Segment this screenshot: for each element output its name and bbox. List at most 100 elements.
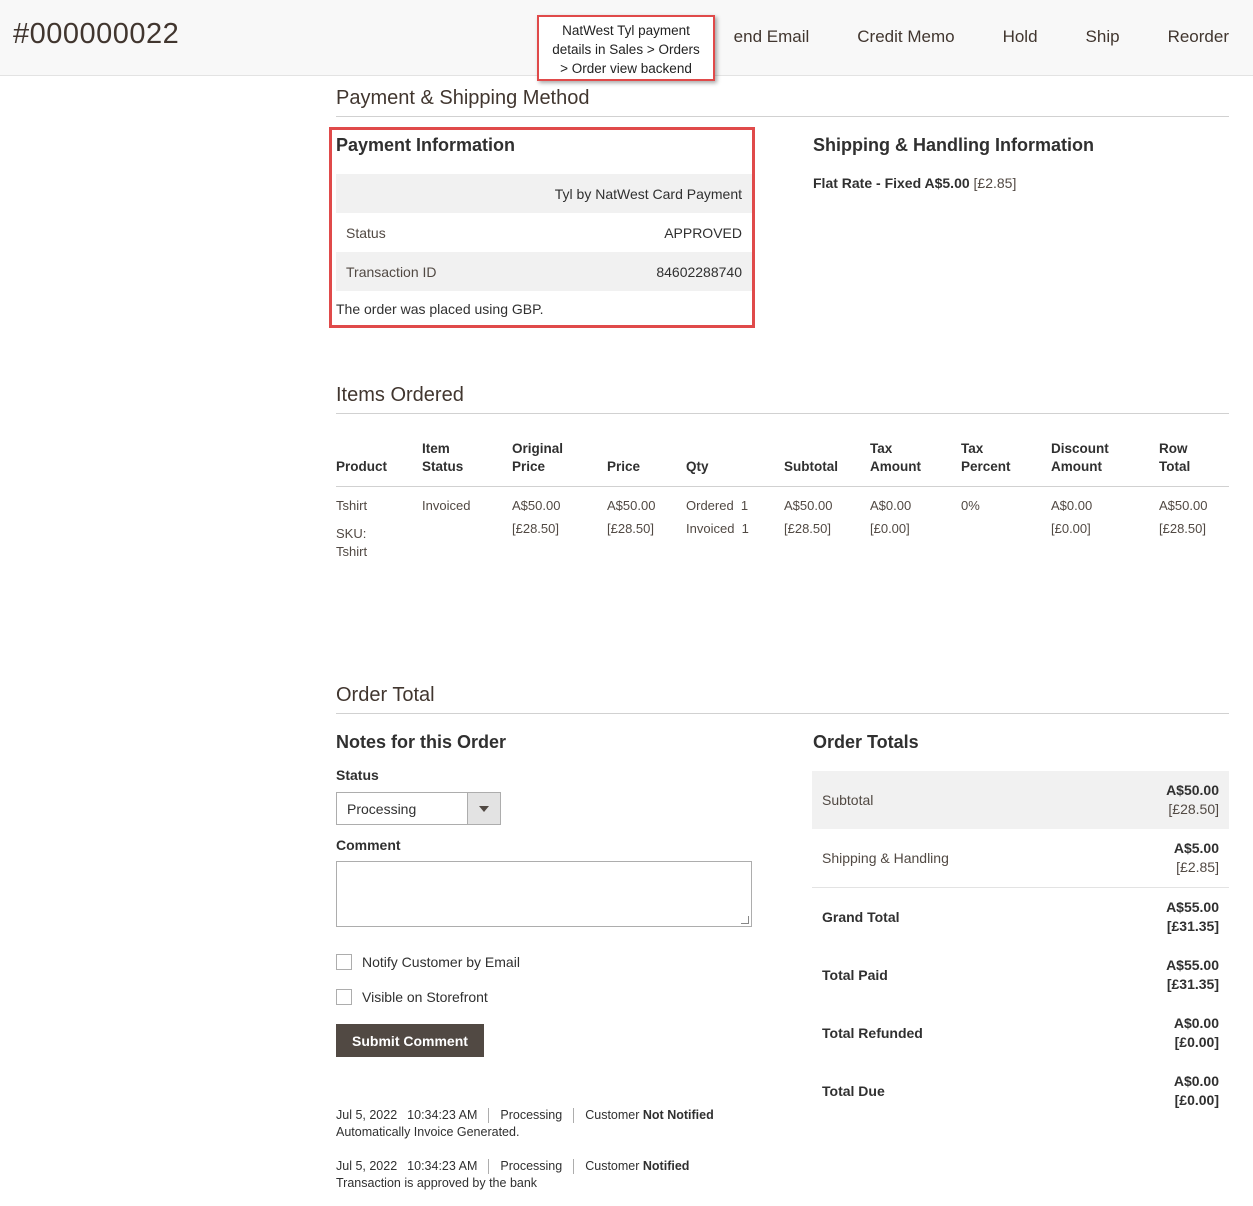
totals-paid-base: [£31.35]: [1166, 976, 1219, 992]
item-product-name: Tshirt: [336, 498, 368, 513]
totals-due-row: Total Due A$0.00 [£0.00]: [812, 1062, 1229, 1120]
history-comment: Automatically Invoice Generated.: [336, 1125, 520, 1139]
history-status: Processing: [500, 1108, 563, 1122]
col-header-original-price: Original Price: [512, 441, 564, 474]
history-time: 10:34:23 AM: [407, 1108, 478, 1122]
chevron-down-icon[interactable]: [467, 793, 500, 824]
shipping-method-base: [£2.85]: [973, 175, 1017, 191]
status-select-value: Processing: [347, 800, 417, 817]
totals-shipping-value: A$5.00: [1173, 840, 1219, 856]
history-item: Jul 5, 2022 10:34:23 AM Processing Custo…: [336, 1158, 689, 1192]
item-sku: SKU: Tshirt: [336, 526, 368, 559]
callout-line: NatWest Tyl payment: [562, 23, 690, 38]
item-status: Invoiced: [422, 498, 471, 513]
col-header-subtotal: Subtotal: [784, 459, 838, 474]
payment-status-row: Status APPROVED: [336, 213, 752, 252]
status-label: Status: [336, 767, 379, 783]
item-row-total: A$50.00 [£28.50]: [1159, 498, 1208, 536]
notify-customer-checkbox[interactable]: [336, 954, 352, 970]
reorder-button[interactable]: Reorder: [1144, 27, 1253, 47]
item-price: A$50.00 [£28.50]: [607, 498, 656, 536]
resize-handle-icon[interactable]: [741, 916, 749, 924]
submit-comment-button[interactable]: Submit Comment: [336, 1024, 484, 1057]
shipping-method-name: Flat Rate - Fixed A$5.00: [813, 175, 970, 191]
payment-method-row: Tyl by NatWest Card Payment: [336, 174, 752, 213]
totals-grand-base: [£31.35]: [1166, 918, 1219, 934]
totals-shipping-label: Shipping & Handling: [822, 850, 949, 866]
callout-line: details in Sales > Orders: [552, 42, 700, 57]
totals-refunded-label: Total Refunded: [822, 1025, 923, 1041]
ship-button[interactable]: Ship: [1062, 27, 1144, 47]
totals-paid-label: Total Paid: [822, 967, 888, 983]
totals-subtotal-row: Subtotal A$50.00 [£28.50]: [812, 771, 1229, 829]
payment-status-value: APPROVED: [664, 224, 742, 241]
comment-label: Comment: [336, 837, 401, 853]
callout-line: > Order view backend: [560, 61, 692, 76]
page-title: #000000022: [13, 18, 180, 50]
payment-method: Tyl by NatWest Card Payment: [554, 185, 742, 202]
order-total-section-title: Order Total: [336, 684, 1229, 714]
hold-button[interactable]: Hold: [979, 27, 1062, 47]
visible-storefront-checkbox[interactable]: [336, 989, 352, 1005]
history-date: Jul 5, 2022: [336, 1108, 398, 1122]
payment-shipping-section-title: Payment & Shipping Method: [336, 87, 1229, 117]
col-header-item-status: Item Status: [422, 441, 464, 474]
shipping-method: Flat Rate - Fixed A$5.00 [£2.85]: [813, 175, 1016, 191]
totals-due-value: A$0.00: [1173, 1073, 1219, 1089]
history-item: Jul 5, 2022 10:34:23 AM Processing Custo…: [336, 1107, 714, 1141]
send-email-button[interactable]: end Email: [734, 27, 834, 47]
totals-shipping-base: [£2.85]: [1176, 859, 1219, 875]
table-divider: [336, 486, 1229, 487]
item-subtotal: A$50.00 [£28.50]: [784, 498, 833, 536]
col-header-qty: Qty: [686, 459, 709, 474]
annotation-callout: NatWest Tyl payment details in Sales > O…: [537, 15, 715, 81]
col-header-tax-amount: Tax Amount: [870, 441, 921, 474]
col-header-tax-percent: Tax Percent: [961, 441, 1011, 474]
payment-transaction-row: Transaction ID 84602288740: [336, 252, 752, 291]
item-discount: A$0.00 [£0.00]: [1051, 498, 1093, 536]
totals-grand-label: Grand Total: [822, 909, 900, 925]
col-header-row-total: Row Total: [1159, 441, 1191, 474]
totals-refunded-row: Total Refunded A$0.00 [£0.00]: [812, 1004, 1229, 1062]
item-original-price: A$50.00 [£28.50]: [512, 498, 561, 536]
credit-memo-button[interactable]: Credit Memo: [833, 27, 978, 47]
totals-refunded-value: A$0.00: [1173, 1015, 1219, 1031]
order-totals-title: Order Totals: [813, 732, 919, 752]
totals-due-base: [£0.00]: [1174, 1092, 1219, 1108]
col-header-discount-amount: Discount Amount: [1051, 441, 1109, 474]
totals-shipping-row: Shipping & Handling A$5.00 [£2.85]: [812, 829, 1229, 888]
transaction-id-label: Transaction ID: [346, 263, 437, 280]
history-comment: Transaction is approved by the bank: [336, 1176, 538, 1190]
totals-paid-value: A$55.00: [1166, 957, 1219, 973]
transaction-id-value: 84602288740: [656, 263, 742, 280]
item-qty: Ordered 1 Invoiced 1: [686, 498, 749, 536]
item-tax-amount: A$0.00 [£0.00]: [870, 498, 912, 536]
history-notified: Notified: [642, 1159, 690, 1173]
history-date: Jul 5, 2022: [336, 1159, 398, 1173]
notify-customer-label[interactable]: Notify Customer by Email: [362, 954, 520, 970]
notes-title: Notes for this Order: [336, 732, 507, 752]
totals-subtotal-label: Subtotal: [822, 792, 874, 808]
shipping-information-title: Shipping & Handling Information: [813, 135, 1094, 155]
history-time: 10:34:23 AM: [407, 1159, 478, 1173]
comment-textarea[interactable]: [336, 861, 752, 927]
totals-due-label: Total Due: [822, 1083, 885, 1099]
history-customer: Customer: [585, 1159, 640, 1173]
history-status: Processing: [500, 1159, 563, 1173]
totals-refunded-base: [£0.00]: [1174, 1034, 1219, 1050]
col-header-product: Product: [336, 459, 388, 474]
history-customer: Customer: [585, 1108, 640, 1122]
page-actions: end Email Credit Memo Hold Ship Reorder: [734, 0, 1253, 74]
col-header-price: Price: [607, 459, 641, 474]
visible-storefront-label[interactable]: Visible on Storefront: [362, 989, 488, 1005]
payment-information-title: Payment Information: [336, 135, 516, 155]
items-ordered-section-title: Items Ordered: [336, 384, 1229, 414]
totals-grand-value: A$55.00: [1166, 899, 1219, 915]
notify-customer-checkbox-row[interactable]: Notify Customer by Email: [336, 954, 520, 970]
totals-subtotal-base: [£28.50]: [1168, 801, 1219, 817]
status-select[interactable]: Processing: [336, 792, 501, 825]
item-tax-percent: 0%: [961, 498, 980, 513]
payment-status-label: Status: [346, 224, 386, 241]
totals-subtotal-value: A$50.00: [1166, 782, 1219, 798]
visible-storefront-checkbox-row[interactable]: Visible on Storefront: [336, 989, 488, 1005]
